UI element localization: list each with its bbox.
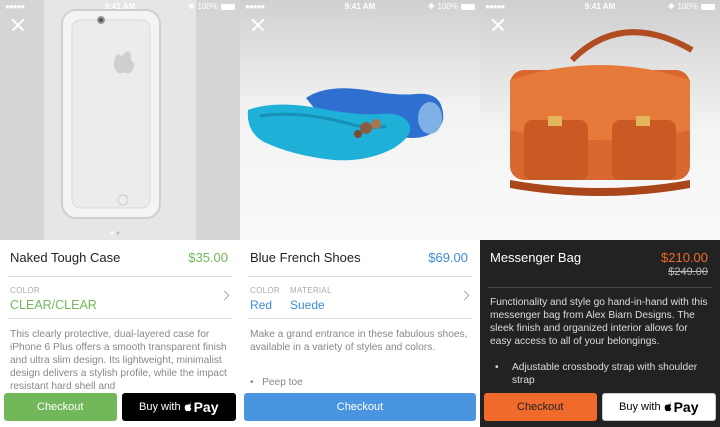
list-item-text: Adjustable crossbody strap with shoulder… (512, 362, 698, 386)
status-time: 9:41 AM (104, 2, 136, 11)
chevron-right-icon (219, 290, 230, 301)
product-image-shoes (240, 0, 480, 240)
chevron-right-icon (459, 290, 470, 301)
close-icon[interactable] (491, 18, 505, 32)
action-buttons: Checkout (244, 393, 476, 421)
apple-pay-prefix: Buy with (619, 401, 661, 413)
apple-logo-icon (184, 402, 191, 412)
close-icon[interactable] (11, 18, 25, 32)
product-title: Messenger Bag (490, 250, 582, 265)
product-description: Make a grand entrance in these fabulous … (250, 329, 468, 353)
product-description: Functionality and style go hand-in-hand … (490, 297, 708, 347)
phone-case-image (44, 0, 196, 240)
action-buttons: Checkout Buy with Pay (4, 393, 236, 421)
checkout-button[interactable]: Checkout (484, 393, 597, 421)
close-icon[interactable] (251, 18, 265, 32)
status-bar: ●●●●● 9:41 AM ✱ 100% (480, 0, 720, 13)
product-description: This clearly protective, dual-layered ca… (10, 329, 227, 392)
apple-pay-prefix: Buy with (139, 401, 181, 413)
bag-image (510, 29, 694, 196)
status-time: 9:41 AM (584, 2, 616, 11)
apple-pay-word: Pay (673, 399, 699, 415)
status-bar: ●●●●● 9:41 AM ✱ 100% (240, 0, 480, 13)
product-card-case: ●●●●● 9:41 AM ✱ 100% Naked Tough Case $35… (0, 0, 240, 427)
list-item-text: Peep toe (262, 377, 303, 388)
option-row-color[interactable]: COLOR CLEAR/CLEAR (0, 240, 240, 322)
option-value-material: Suede (290, 298, 325, 312)
product-old-price: $249.00 (668, 266, 708, 278)
apple-pay-button[interactable]: Buy with Pay (601, 393, 716, 421)
option-label-color: COLOR (250, 286, 280, 295)
divider (488, 287, 712, 288)
checkout-button[interactable]: Checkout (4, 393, 117, 421)
option-row[interactable]: COLOR Red MATERIAL Suede (240, 240, 480, 322)
action-buttons: Checkout Buy with Pay (484, 393, 716, 421)
apple-pay-word: Pay (193, 399, 219, 415)
product-info: Blue French Shoes $69.00 COLOR Red MATER… (240, 240, 480, 390)
product-image-bag (480, 0, 720, 240)
status-time: 9:41 AM (344, 2, 376, 11)
list-item: • Adjustable crossbody strap with should… (490, 361, 700, 387)
apple-logo-icon (664, 402, 671, 412)
apple-pay-button[interactable]: Buy with Pay (121, 393, 236, 421)
checkout-button[interactable]: Checkout (244, 393, 476, 421)
shoes-image (247, 88, 444, 161)
option-label-material: MATERIAL (290, 286, 332, 295)
product-info: Messenger Bag $210.00 $249.00 Functional… (480, 240, 720, 390)
list-item: • Peep toe (250, 377, 303, 388)
option-label-color: COLOR (10, 286, 40, 295)
product-card-shoes: ●●●●● 9:41 AM ✱ 100% Blue French Shoes $6… (240, 0, 480, 427)
divider (8, 318, 232, 319)
product-image-case (0, 0, 240, 240)
divider (248, 318, 472, 319)
product-info: Naked Tough Case $35.00 COLOR CLEAR/CLEA… (0, 240, 240, 392)
option-value-color: Red (250, 298, 273, 312)
option-value-color: CLEAR/CLEAR (10, 298, 97, 312)
status-bar: ●●●●● 9:41 AM ✱ 100% (0, 0, 240, 13)
product-price: $210.00 (661, 250, 708, 265)
product-card-bag: ●●●●● 9:41 AM ✱ 100% Messenger Bag $210.0… (480, 0, 720, 427)
